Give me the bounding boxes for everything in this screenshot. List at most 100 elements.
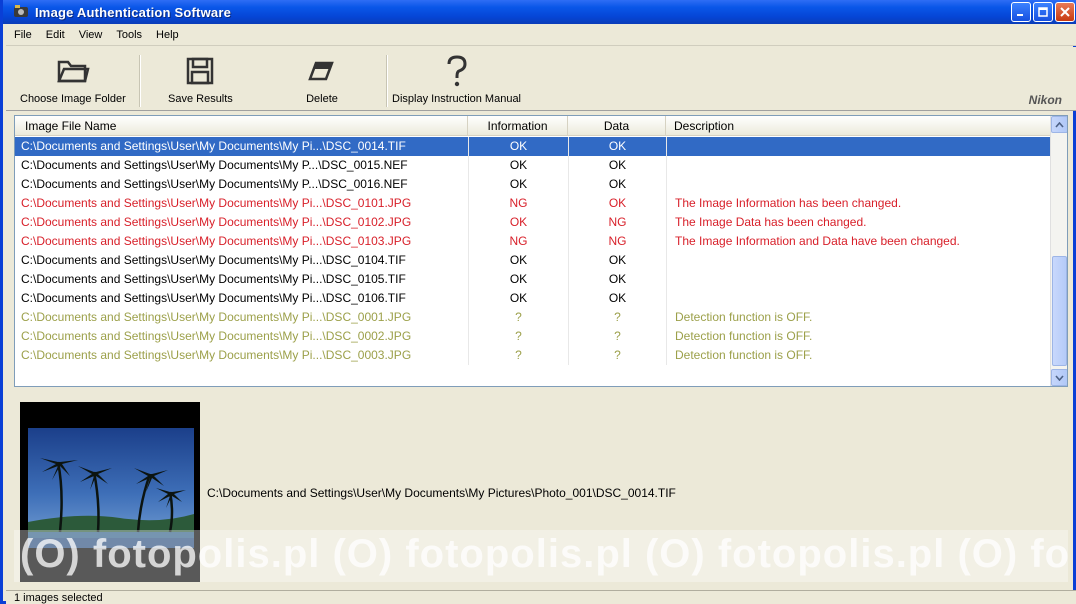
cell-description bbox=[666, 289, 1051, 308]
cell-file-name: C:\Documents and Settings\User\My Docume… bbox=[21, 272, 406, 286]
column-header-data[interactable]: Data bbox=[568, 116, 666, 136]
table-body: C:\Documents and Settings\User\My Docume… bbox=[15, 137, 1051, 365]
cell-file-name: C:\Documents and Settings\User\My Docume… bbox=[21, 234, 412, 248]
cell-information: ? bbox=[468, 346, 568, 365]
cell-data: OK bbox=[568, 175, 666, 194]
cell-data: NG bbox=[568, 213, 666, 232]
menu-view[interactable]: View bbox=[79, 29, 103, 41]
close-button[interactable] bbox=[1055, 2, 1075, 22]
cell-description: The Image Information and Data have been… bbox=[666, 232, 1051, 251]
cell-file-name: C:\Documents and Settings\User\My Docume… bbox=[21, 253, 406, 267]
table-row[interactable]: C:\Documents and Settings\User\My Docume… bbox=[15, 156, 1051, 175]
cell-data: OK bbox=[568, 156, 666, 175]
menu-help[interactable]: Help bbox=[156, 29, 179, 41]
cell-information: NG bbox=[468, 232, 568, 251]
maximize-icon bbox=[1038, 7, 1048, 17]
table-row[interactable]: C:\Documents and Settings\User\My Docume… bbox=[15, 232, 1051, 251]
cell-data: OK bbox=[568, 251, 666, 270]
cell-description: The Image Information has been changed. bbox=[666, 194, 1051, 213]
menu-file[interactable]: File bbox=[14, 29, 32, 41]
window-title: Image Authentication Software bbox=[35, 4, 232, 20]
table-header: Image File Name Information Data Descrip… bbox=[15, 116, 1051, 136]
table-row[interactable]: C:\Documents and Settings\User\My Docume… bbox=[15, 251, 1051, 270]
cell-information: OK bbox=[468, 156, 568, 175]
cell-information: ? bbox=[468, 308, 568, 327]
cell-file-name: C:\Documents and Settings\User\My Docume… bbox=[21, 329, 412, 343]
table-row[interactable]: C:\Documents and Settings\User\My Docume… bbox=[15, 270, 1051, 289]
table-row[interactable]: C:\Documents and Settings\User\My Docume… bbox=[15, 289, 1051, 308]
floppy-disk-icon bbox=[185, 53, 215, 89]
menu-tools[interactable]: Tools bbox=[116, 29, 142, 41]
preview-pane: C:\Documents and Settings\User\My Docume… bbox=[14, 392, 1068, 590]
minimize-button[interactable] bbox=[1011, 2, 1031, 22]
choose-folder-label: Choose Image Folder bbox=[20, 93, 126, 105]
display-manual-label: Display Instruction Manual bbox=[392, 93, 522, 105]
app-icon bbox=[13, 4, 29, 20]
vertical-scrollbar[interactable] bbox=[1050, 116, 1067, 386]
scroll-thumb[interactable] bbox=[1052, 256, 1067, 366]
cell-description bbox=[666, 175, 1051, 194]
table-row[interactable]: C:\Documents and Settings\User\My Docume… bbox=[15, 175, 1051, 194]
menu-edit[interactable]: Edit bbox=[46, 29, 65, 41]
cell-data: OK bbox=[568, 194, 666, 213]
cell-description: The Image Data has been changed. bbox=[666, 213, 1051, 232]
save-results-button[interactable]: Save Results bbox=[168, 53, 233, 109]
status-text: 1 images selected bbox=[14, 592, 103, 604]
toolbar-separator bbox=[386, 55, 388, 107]
cell-data: NG bbox=[568, 232, 666, 251]
cell-file-name: C:\Documents and Settings\User\My Docume… bbox=[21, 158, 408, 172]
table-row[interactable]: C:\Documents and Settings\User\My Docume… bbox=[15, 194, 1051, 213]
scroll-down-button[interactable] bbox=[1051, 369, 1067, 386]
table-row[interactable]: C:\Documents and Settings\User\My Docume… bbox=[15, 308, 1051, 327]
save-results-label: Save Results bbox=[168, 93, 233, 105]
cell-description: Detection function is OFF. bbox=[666, 327, 1051, 346]
cell-information: OK bbox=[468, 175, 568, 194]
cell-data: OK bbox=[568, 270, 666, 289]
cell-information: OK bbox=[468, 289, 568, 308]
status-bar: 1 images selected bbox=[6, 590, 1076, 604]
cell-data: ? bbox=[568, 327, 666, 346]
title-bar[interactable]: Image Authentication Software bbox=[3, 0, 1076, 24]
toolbar-separator bbox=[139, 55, 141, 107]
maximize-button[interactable] bbox=[1033, 2, 1053, 22]
table-row[interactable]: C:\Documents and Settings\User\My Docume… bbox=[15, 346, 1051, 365]
cell-information: OK bbox=[468, 213, 568, 232]
cell-file-name: C:\Documents and Settings\User\My Docume… bbox=[21, 196, 412, 210]
cell-description bbox=[666, 251, 1051, 270]
chevron-up-icon bbox=[1055, 121, 1064, 128]
watermark-overlay: (O) fotopolis.pl (O) fotopolis.pl (O) fo… bbox=[14, 530, 1068, 582]
close-icon bbox=[1060, 7, 1070, 17]
cell-description bbox=[666, 137, 1051, 156]
eraser-icon bbox=[306, 53, 338, 89]
delete-button[interactable]: Delete bbox=[306, 53, 338, 109]
toolbar: Choose Image Folder Save Results Delete bbox=[6, 47, 1076, 111]
cell-description bbox=[666, 270, 1051, 289]
table-row[interactable]: C:\Documents and Settings\User\My Docume… bbox=[15, 327, 1051, 346]
cell-file-name: C:\Documents and Settings\User\My Docume… bbox=[21, 291, 406, 305]
column-header-information[interactable]: Information bbox=[468, 116, 568, 136]
folder-open-icon bbox=[56, 53, 90, 89]
results-table[interactable]: Image File Name Information Data Descrip… bbox=[14, 115, 1068, 387]
display-manual-button[interactable]: Display Instruction Manual bbox=[392, 53, 521, 109]
watermark-text: (O) fotopolis.pl (O) fotopolis.pl (O) fo… bbox=[20, 532, 1068, 576]
cell-description: Detection function is OFF. bbox=[666, 308, 1051, 327]
cell-file-name: C:\Documents and Settings\User\My Docume… bbox=[21, 215, 412, 229]
cell-file-name: C:\Documents and Settings\User\My Docume… bbox=[21, 139, 406, 153]
column-header-file-name[interactable]: Image File Name bbox=[15, 116, 468, 136]
cell-information: OK bbox=[468, 270, 568, 289]
app-window: Image Authentication Software File Edit … bbox=[0, 0, 1076, 604]
cell-file-name: C:\Documents and Settings\User\My Docume… bbox=[21, 348, 412, 362]
question-mark-icon bbox=[445, 53, 469, 89]
menu-bar: File Edit View Tools Help bbox=[6, 24, 1076, 46]
cell-data: OK bbox=[568, 289, 666, 308]
scroll-up-button[interactable] bbox=[1051, 116, 1067, 133]
table-row[interactable]: C:\Documents and Settings\User\My Docume… bbox=[15, 137, 1051, 156]
nikon-logo: Nikon bbox=[1028, 93, 1062, 107]
minimize-icon bbox=[1017, 14, 1023, 16]
cell-information: NG bbox=[468, 194, 568, 213]
cell-description bbox=[666, 156, 1051, 175]
column-header-description[interactable]: Description bbox=[666, 116, 1051, 136]
cell-file-name: C:\Documents and Settings\User\My Docume… bbox=[21, 177, 408, 191]
choose-folder-button[interactable]: Choose Image Folder bbox=[20, 53, 126, 109]
table-row[interactable]: C:\Documents and Settings\User\My Docume… bbox=[15, 213, 1051, 232]
